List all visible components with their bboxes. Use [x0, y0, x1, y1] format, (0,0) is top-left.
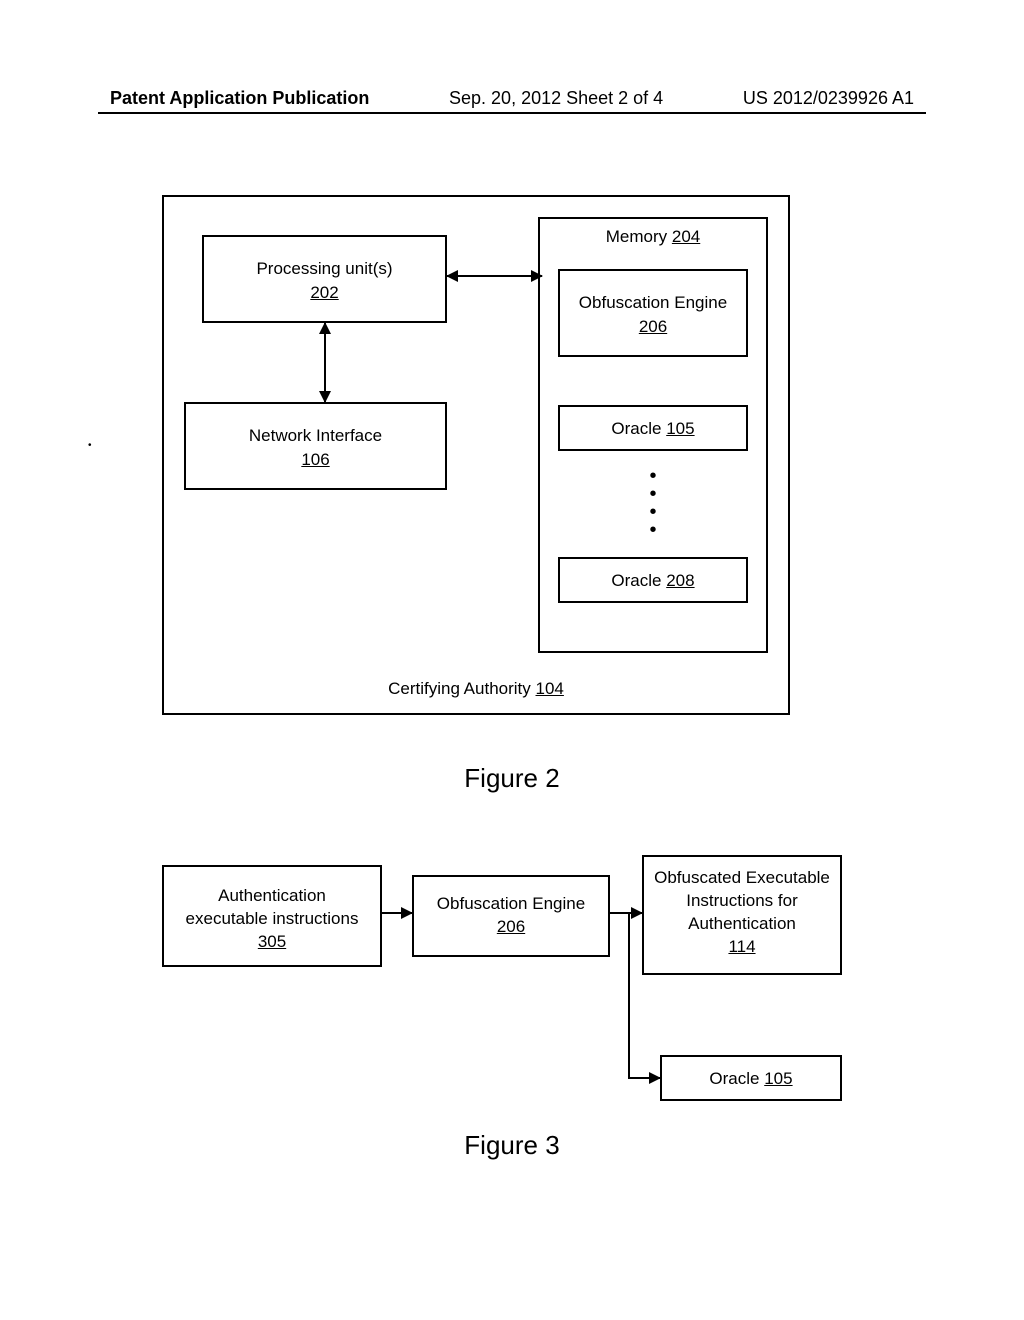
- ca-ref: 104: [536, 679, 564, 698]
- arrow-icon: [628, 1077, 660, 1079]
- oracle-box-f3: Oracle 105: [660, 1055, 842, 1101]
- ellipsis-dots-icon: ••••: [540, 467, 766, 539]
- header-sheet-info: Sep. 20, 2012 Sheet 2 of 4: [449, 88, 663, 109]
- obf-inst-l2: Instructions for: [686, 891, 798, 910]
- obf-f3-label: Obfuscation Engine: [437, 894, 585, 913]
- auth-instructions-box: Authentication executable instructions 3…: [162, 865, 382, 967]
- memory-ref: 204: [672, 227, 700, 246]
- processing-units-ref: 202: [310, 283, 338, 302]
- network-interface-box: Network Interface 106: [184, 402, 447, 490]
- obf-inst-l3: Authentication: [688, 914, 796, 933]
- arrow-icon: [382, 912, 412, 914]
- figure-3-title: Figure 3: [0, 1130, 1024, 1161]
- network-interface-label: Network Interface: [249, 426, 382, 445]
- oracle-208-label: Oracle: [611, 571, 661, 590]
- arrow-icon: [628, 912, 642, 914]
- obf-inst-l1: Obfuscated Executable: [654, 868, 830, 887]
- ca-text: Certifying Authority: [388, 679, 531, 698]
- processing-units-label: Processing unit(s): [256, 259, 392, 278]
- bidirectional-arrow-icon: [324, 323, 326, 402]
- figure-2-diagram: Processing unit(s) 202 Network Interface…: [162, 195, 790, 715]
- memory-box: Memory 204 Obfuscation Engine 206 Oracle…: [538, 217, 768, 653]
- oracle-105-label: Oracle: [611, 419, 661, 438]
- stray-mark: •: [88, 440, 92, 451]
- bidirectional-arrow-icon: [447, 275, 542, 277]
- memory-title: Memory 204: [540, 219, 766, 247]
- oracle-105-ref: 105: [666, 419, 694, 438]
- obf-f3-ref: 206: [497, 917, 525, 936]
- oracle-box-208: Oracle 208: [558, 557, 748, 603]
- oracle-f3-label: Oracle: [709, 1069, 759, 1088]
- header-publication: Patent Application Publication: [110, 88, 369, 109]
- obf-inst-ref: 114: [728, 937, 755, 956]
- connector-line: [610, 912, 628, 914]
- header-divider: [98, 112, 926, 114]
- obfuscation-engine-box: Obfuscation Engine 206: [558, 269, 748, 357]
- memory-label: Memory: [606, 227, 667, 246]
- header-patent-number: US 2012/0239926 A1: [743, 88, 914, 109]
- auth-line2: executable instructions: [186, 909, 359, 928]
- auth-line1: Authentication: [218, 886, 326, 905]
- oracle-208-ref: 208: [666, 571, 694, 590]
- certifying-authority-label: Certifying Authority 104: [164, 679, 788, 699]
- connector-line: [628, 912, 630, 1077]
- oracle-box-105: Oracle 105: [558, 405, 748, 451]
- network-interface-ref: 106: [301, 450, 329, 469]
- obfuscation-engine-label: Obfuscation Engine: [579, 293, 727, 312]
- processing-units-box: Processing unit(s) 202: [202, 235, 447, 323]
- auth-ref: 305: [258, 932, 286, 951]
- obfuscation-engine-box-f3: Obfuscation Engine 206: [412, 875, 610, 957]
- obfuscation-engine-ref: 206: [639, 317, 667, 336]
- oracle-f3-ref: 105: [764, 1069, 792, 1088]
- figure-2-title: Figure 2: [0, 763, 1024, 794]
- page-header: Patent Application Publication Sep. 20, …: [0, 88, 1024, 109]
- obfuscated-instructions-box: Obfuscated Executable Instructions for A…: [642, 855, 842, 975]
